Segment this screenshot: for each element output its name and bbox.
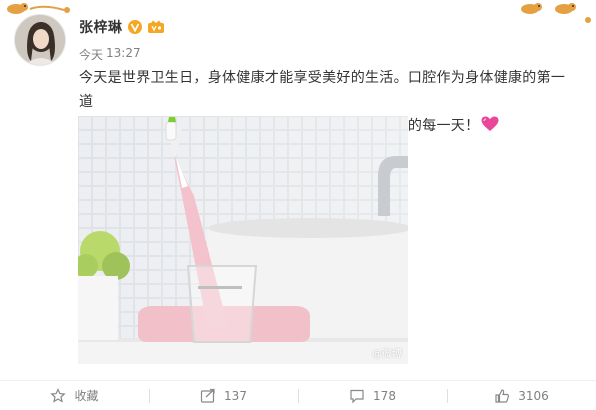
comment-icon xyxy=(350,389,364,403)
post-text-line-1: 今天是世界卫生日，身体健康才能享受美好的生活。口腔作为身体健康的第一道 xyxy=(79,70,566,110)
comment-count: 178 xyxy=(373,388,396,403)
user-name[interactable]: 张梓琳 xyxy=(79,17,123,37)
post-image[interactable]: @微博 xyxy=(78,116,408,364)
image-watermark: @微博 xyxy=(372,349,402,360)
weibo-post-card: 张梓琳 今天 13:27 今天是世界卫生日，身体健康才能享受美好的生活。口腔作为… xyxy=(0,0,596,410)
repost-count: 137 xyxy=(224,388,247,403)
favorite-label: 收藏 xyxy=(74,389,99,403)
toothbrush-photo xyxy=(78,116,408,364)
like-button[interactable]: 3106 xyxy=(447,387,596,405)
favorite-button[interactable]: 收藏 xyxy=(0,387,149,405)
heart-icon xyxy=(481,116,499,131)
dog-decoration-icon xyxy=(521,3,591,23)
comment-button[interactable]: 178 xyxy=(298,387,447,405)
time-value: 13:27 xyxy=(106,46,141,60)
post-action-bar: 收藏 137 178 3106 xyxy=(0,380,596,410)
thumbs-up-icon xyxy=(495,388,510,403)
user-name-row: 张梓琳 xyxy=(79,17,165,37)
time-prefix: 今天 xyxy=(79,48,104,62)
post-timestamp[interactable]: 今天 13:27 xyxy=(79,46,141,63)
vip-member-icon[interactable] xyxy=(147,20,165,34)
star-icon xyxy=(50,387,67,403)
avatar-image xyxy=(15,15,65,65)
repost-icon xyxy=(200,388,215,403)
like-count: 3106 xyxy=(518,388,549,403)
repost-button[interactable]: 137 xyxy=(149,387,298,405)
verified-v-icon xyxy=(127,20,142,34)
avatar[interactable] xyxy=(14,14,66,66)
